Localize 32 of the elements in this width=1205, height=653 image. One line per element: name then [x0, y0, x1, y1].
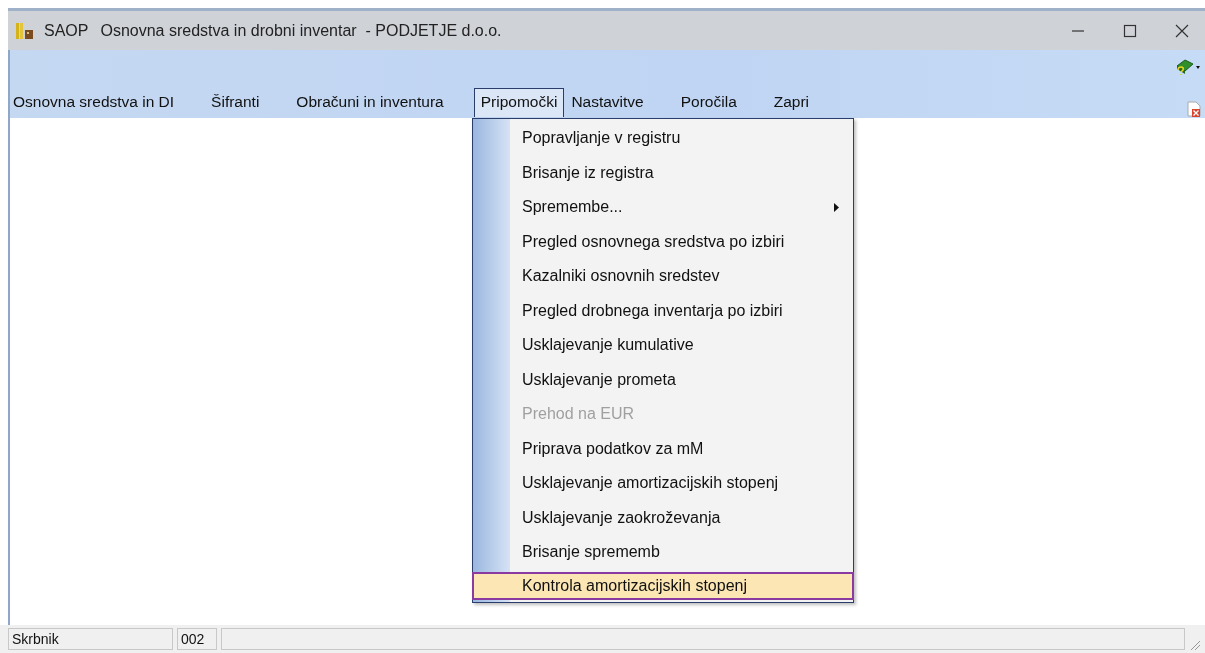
menu-item[interactable]: Zapri	[766, 88, 817, 117]
dropdown-menu-item[interactable]: Usklajevanje zaokroževanja	[473, 500, 853, 535]
status-code: 002	[177, 628, 217, 650]
menu-item[interactable]: Nastavitve	[564, 88, 651, 117]
close-icon	[1175, 23, 1189, 38]
dropdown-menu-item[interactable]: Brisanje sprememb	[473, 535, 853, 570]
dropdown-menu-item[interactable]: Popravljanje v registru	[473, 121, 853, 156]
app-logo-icon	[16, 21, 36, 40]
menu-item[interactable]: Šifranti	[204, 88, 267, 117]
dropdown-menu-item[interactable]: Kazalniki osnovnih sredstev	[473, 259, 853, 294]
status-user: Skrbnik	[8, 628, 173, 650]
menu-item[interactable]: Osnovna sredstva in DI	[10, 88, 182, 117]
menu-item[interactable]: Pripomočki	[473, 88, 565, 117]
help-book-icon[interactable]	[1175, 58, 1201, 76]
submenu-arrow-icon	[834, 202, 839, 212]
dropdown-menu-item[interactable]: Brisanje iz registra	[473, 155, 853, 190]
dropdown-menu-item[interactable]: Usklajevanje amortizacijskih stopenj	[473, 466, 853, 501]
dropdown-menu-item[interactable]: Usklajevanje prometa	[473, 362, 853, 397]
dropdown-menu-item[interactable]: Kontrola amortizacijskih stopenj	[472, 571, 854, 600]
dropdown-menu-item[interactable]: Priprava podatkov za mM	[473, 431, 853, 466]
dropdown-menu-item[interactable]: Pregled drobnega inventarja po izbiri	[473, 293, 853, 328]
menu-item[interactable]: Poročila	[673, 88, 744, 117]
dropdown-menu-item[interactable]: Spremembe...	[473, 190, 853, 225]
menu-item[interactable]: Obračuni in inventura	[289, 88, 451, 117]
maximize-icon	[1123, 23, 1137, 38]
app-name: SAOP	[44, 21, 89, 40]
close-document-icon[interactable]	[1187, 101, 1201, 117]
window-title: Osnovna sredstva in drobni inventar - PODJETJE d.o.o.	[100, 21, 502, 40]
dropdown-menu-item[interactable]: Pregled osnovnega sredstva po izbiri	[473, 224, 853, 259]
resize-grip-icon	[1189, 639, 1201, 651]
minimize-icon	[1071, 29, 1085, 32]
dropdown-menu-item[interactable]: Usklajevanje kumulative	[473, 328, 853, 363]
